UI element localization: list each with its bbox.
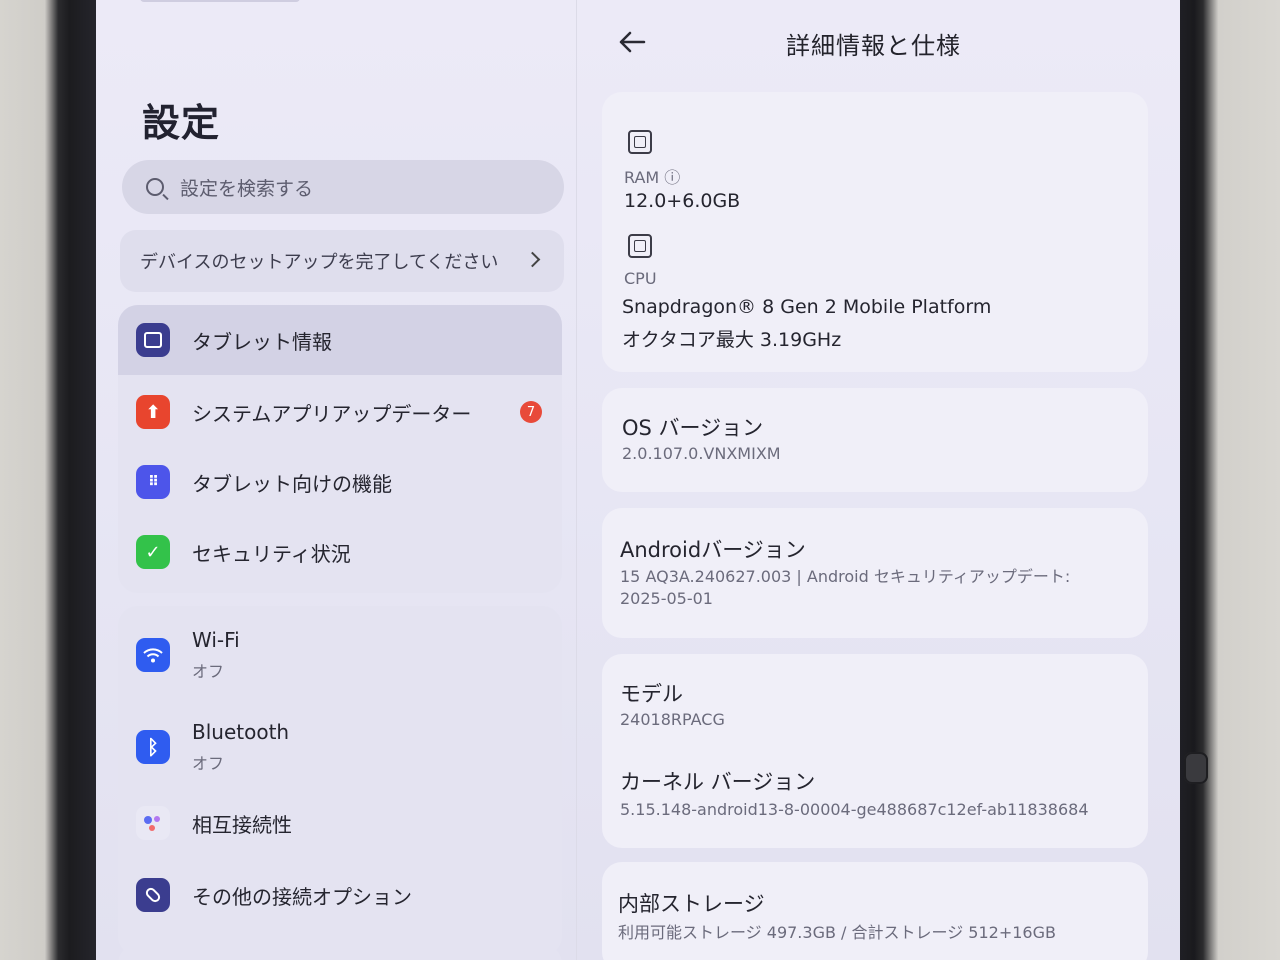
sidebar-item-label: システムアプリアップデーター (192, 401, 472, 426)
sidebar-item-security-status[interactable]: ✓ セキュリティ状況 (118, 517, 562, 587)
ram-label: RAM ⓘ (624, 168, 681, 187)
setup-prompt-card[interactable]: デバイスのセットアップを完了してください (120, 230, 564, 292)
back-arrow-icon[interactable] (616, 28, 648, 56)
settings-group-connectivity: Wi-Fi オフ ᛒ Bluetooth オフ 相互接続性 その他の接続オプショ… (118, 606, 562, 956)
sidebar-item-label: Wi-Fi (192, 628, 240, 652)
cpu-label: CPU (624, 269, 657, 288)
spec-card-os-version[interactable]: OS バージョン 2.0.107.0.VNXMIXM (602, 388, 1148, 492)
link-icon (136, 878, 170, 912)
settings-group-next (118, 944, 562, 960)
sidebar-item-label: タブレット情報 (192, 329, 332, 354)
storage-value: 利用可能ストレージ 497.3GB / 合計ストレージ 512+16GB (618, 923, 1056, 942)
spec-card-storage[interactable]: 内部ストレージ 利用可能ストレージ 497.3GB / 合計ストレージ 512+… (602, 862, 1148, 960)
update-count-badge: 7 (520, 401, 542, 423)
android-version-value-line2: 2025-05-01 (620, 589, 713, 608)
chevron-right-icon (524, 251, 541, 268)
os-version-value: 2.0.107.0.VNXMIXM (622, 444, 781, 463)
sidebar-item-bluetooth[interactable]: ᛒ Bluetooth オフ (118, 708, 562, 786)
device-bezel-right (1170, 0, 1280, 960)
search-bar[interactable]: 設定を検索する (122, 160, 564, 214)
ram-value: 12.0+6.0GB (624, 190, 741, 212)
sidebar-item-label: タブレット向けの機能 (192, 471, 392, 496)
sidebar-item-label: Bluetooth (192, 720, 290, 744)
wifi-icon (136, 638, 170, 672)
tablet-icon (136, 323, 170, 357)
detail-page-title: 詳細情報と仕様 (786, 32, 961, 60)
sidebar-item-wifi[interactable]: Wi-Fi オフ (118, 616, 562, 694)
storage-label: 内部ストレージ (618, 892, 765, 916)
sidebar-item-tablet-info[interactable]: タブレット情報 (118, 305, 562, 375)
os-version-label: OS バージョン (622, 416, 764, 440)
spec-card-hardware: RAM ⓘ 12.0+6.0GB CPU Snapdragon® 8 Gen 2… (602, 92, 1148, 372)
upload-arrow-icon: ⬆ (136, 395, 170, 429)
model-label: モデル (620, 682, 683, 706)
wifi-status: オフ (192, 662, 225, 681)
cpu-value-line1: Snapdragon® 8 Gen 2 Mobile Platform (622, 296, 992, 318)
memory-chip-icon (628, 130, 652, 154)
model-value: 24018RPACG (620, 710, 725, 729)
sidebar-item-label: セキュリティ状況 (192, 541, 351, 566)
spec-card-android-version[interactable]: Androidバージョン 15 AQ3A.240627.003 | Androi… (602, 508, 1148, 638)
kernel-version-value: 5.15.148-android13-8-00004-ge488687c12ef… (620, 800, 1089, 819)
status-bar (140, 0, 300, 2)
search-icon (146, 178, 164, 196)
cpu-value-line2: オクタコア最大 3.19GHz (622, 329, 842, 351)
sidebar-item-system-app-updater[interactable]: ⬆ システムアプリアップデーター 7 (118, 377, 562, 447)
search-placeholder: 設定を検索する (180, 177, 314, 200)
spec-card-model-kernel: モデル 24018RPACG カーネル バージョン 5.15.148-andro… (602, 654, 1148, 848)
sidebar-item-label: その他の接続オプション (192, 884, 412, 909)
kernel-version-label: カーネル バージョン (620, 770, 816, 794)
shield-check-icon: ✓ (136, 535, 170, 569)
cpu-chip-icon (628, 234, 652, 258)
interconnect-dots-icon (136, 806, 170, 840)
setup-prompt-text: デバイスのセットアップを完了してください (140, 252, 499, 273)
grid-dots-icon: ⠿ (136, 465, 170, 499)
sidebar-item-label: 相互接続性 (192, 812, 292, 837)
sidebar-item-interconnectivity[interactable]: 相互接続性 (118, 790, 562, 856)
page-title: 設定 (142, 101, 221, 145)
pane-divider (576, 0, 577, 960)
sidebar-item-other-connections[interactable]: その他の接続オプション (118, 860, 562, 930)
android-version-value-line1: 15 AQ3A.240627.003 | Android セキュリティアップデー… (620, 567, 1071, 586)
tablet-screen: 設定 設定を検索する デバイスのセットアップを完了してください タブレット情報 … (96, 0, 1180, 960)
bluetooth-icon: ᛒ (136, 730, 170, 764)
android-version-label: Androidバージョン (620, 538, 806, 562)
sidebar-item-tablet-features[interactable]: ⠿ タブレット向けの機能 (118, 447, 562, 517)
settings-group-device: タブレット情報 ⬆ システムアプリアップデーター 7 ⠿ タブレット向けの機能 … (118, 305, 562, 593)
bluetooth-status: オフ (192, 754, 225, 773)
side-button (1184, 752, 1208, 784)
